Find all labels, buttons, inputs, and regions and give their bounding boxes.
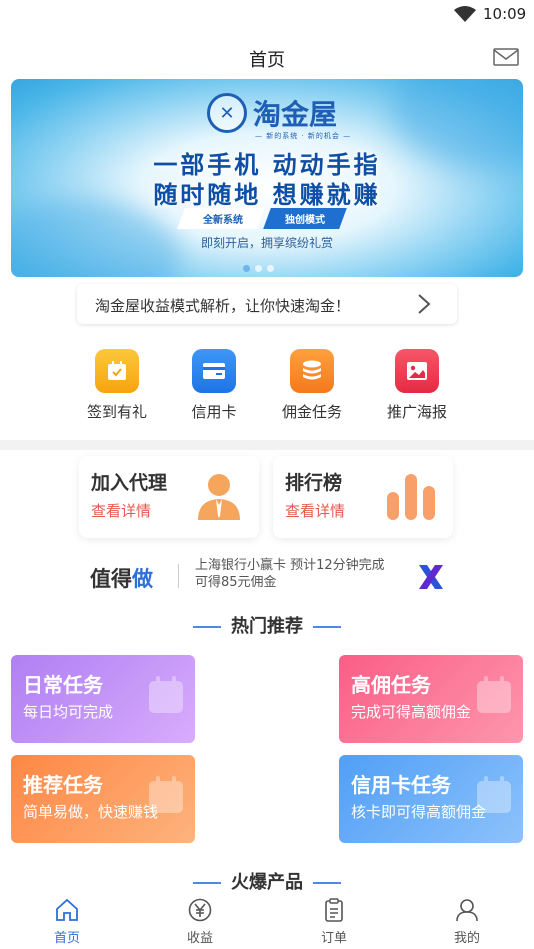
card-link[interactable]: 查看详情 xyxy=(285,500,345,521)
carousel-dot[interactable] xyxy=(243,265,250,272)
worth-doing-info: 上海银行小赢卡 预计12分钟完成 可得85元佣金 xyxy=(195,558,385,590)
section-divider xyxy=(0,440,534,450)
credit-card-icon xyxy=(192,349,236,393)
wifi-icon xyxy=(454,6,476,26)
tab-earnings[interactable]: 收益 xyxy=(160,898,240,946)
tab-label: 收益 xyxy=(186,931,213,946)
task-title: 日常任务 xyxy=(23,673,103,697)
tab-label: 首页 xyxy=(53,931,80,946)
quick-item-checkin[interactable]: 签到有礼 xyxy=(72,349,162,422)
tab-home[interactable]: 首页 xyxy=(27,898,107,946)
banner-tag-b: 独创模式 xyxy=(285,215,325,226)
poster-icon xyxy=(395,349,439,393)
task-title: 高佣任务 xyxy=(351,673,431,697)
card-title: 排行榜 xyxy=(285,472,343,494)
task-title: 信用卡任务 xyxy=(351,773,451,797)
quick-label: 签到有礼 xyxy=(86,403,147,421)
order-icon xyxy=(322,898,346,926)
task-card-daily[interactable]: 日常任务 每日均可完成 xyxy=(11,655,195,743)
tab-profile[interactable]: 我的 xyxy=(427,898,507,946)
calendar-check-icon xyxy=(147,675,185,719)
x-logo-icon xyxy=(418,564,444,594)
worth-doing-brand: 值得做 xyxy=(90,567,153,591)
carousel-dots xyxy=(243,265,274,272)
agent-icon xyxy=(195,472,243,526)
worth-doing-bar[interactable]: 值得做 上海银行小赢卡 预计12分钟完成 可得85元佣金 xyxy=(0,556,534,596)
home-icon xyxy=(54,898,80,926)
banner-tags: 全新系统 独创模式 xyxy=(177,208,347,229)
carousel-dot[interactable] xyxy=(255,265,262,272)
task-card-credit-card[interactable]: 信用卡任务 核卡即可得高额佣金 xyxy=(339,755,523,843)
logo-subtitle: — 新的系统 · 新的机会 — xyxy=(255,132,352,140)
task-subtitle: 完成可得高额佣金 xyxy=(351,703,472,721)
banner-subline: 即刻开启，拥享缤纷礼赏 xyxy=(200,236,333,250)
tab-label: 订单 xyxy=(320,931,347,946)
task-subtitle: 核卡即可得高额佣金 xyxy=(351,803,487,821)
profile-icon xyxy=(455,899,479,926)
brand-logo: ✕ 淘金屋 xyxy=(207,93,337,133)
carousel-dot[interactable] xyxy=(267,265,274,272)
tab-orders[interactable]: 订单 xyxy=(294,898,374,946)
hot-recommend-title: 热门推荐 xyxy=(0,612,534,638)
banner-headline-2: 随时随地 想赚就赚 xyxy=(153,181,381,209)
hot-products-title: 火爆产品 xyxy=(0,868,534,894)
banner-tag-a: 全新系统 xyxy=(203,215,243,226)
quick-label: 信用卡 xyxy=(191,403,237,421)
promo-banner[interactable]: ✕ 淘金屋 — 新的系统 · 新的机会 — 一部手机 动动手指 随时随地 想赚就… xyxy=(11,79,523,277)
calendar-check-icon xyxy=(475,675,513,719)
tab-label: 我的 xyxy=(453,931,480,946)
task-subtitle: 每日均可完成 xyxy=(23,703,114,721)
card-title: 加入代理 xyxy=(91,472,168,494)
task-card-recommend[interactable]: 推荐任务 简单易做，快速赚钱 xyxy=(11,755,195,843)
status-bar: 10:09 xyxy=(0,0,534,30)
quick-entries: 签到有礼 信用卡 佣金任务 推广海报 xyxy=(0,349,534,429)
quick-item-poster[interactable]: 推广海报 xyxy=(372,349,462,422)
task-card-high-commission[interactable]: 高佣任务 完成可得高额佣金 xyxy=(339,655,523,743)
quick-label: 佣金任务 xyxy=(281,403,342,421)
calendar-icon xyxy=(95,349,139,393)
logo-mark-icon: ✕ xyxy=(207,93,247,133)
card-link[interactable]: 查看详情 xyxy=(91,500,151,521)
app-header: 首页 xyxy=(0,38,534,78)
notice-text: 淘金屋收益模式解析，让你快速淘金！ xyxy=(95,297,351,315)
page-title: 首页 xyxy=(249,50,285,71)
quick-item-credit-card[interactable]: 信用卡 xyxy=(169,349,259,422)
status-time: 10:09 xyxy=(483,5,527,23)
chevron-right-icon xyxy=(417,293,431,319)
quick-label: 推广海报 xyxy=(386,403,447,421)
ranking-card[interactable]: 排行榜 查看详情 xyxy=(273,456,453,538)
bottom-tab-bar: 首页 收益 订单 我的 xyxy=(0,896,534,949)
calendar-check-icon xyxy=(147,775,185,819)
quick-item-commission[interactable]: 佣金任务 xyxy=(267,349,357,422)
join-agent-card[interactable]: 加入代理 查看详情 xyxy=(79,456,259,538)
mail-icon[interactable] xyxy=(493,48,519,70)
coins-icon xyxy=(290,349,334,393)
yen-icon xyxy=(187,898,213,926)
bar-chart-icon xyxy=(385,472,437,524)
task-subtitle: 简单易做，快速赚钱 xyxy=(23,803,159,821)
notice-bar[interactable]: 淘金屋收益模式解析，让你快速淘金！ xyxy=(77,284,457,324)
logo-text: 淘金屋 xyxy=(253,98,338,131)
calendar-check-icon xyxy=(475,775,513,819)
task-title: 推荐任务 xyxy=(23,773,103,797)
